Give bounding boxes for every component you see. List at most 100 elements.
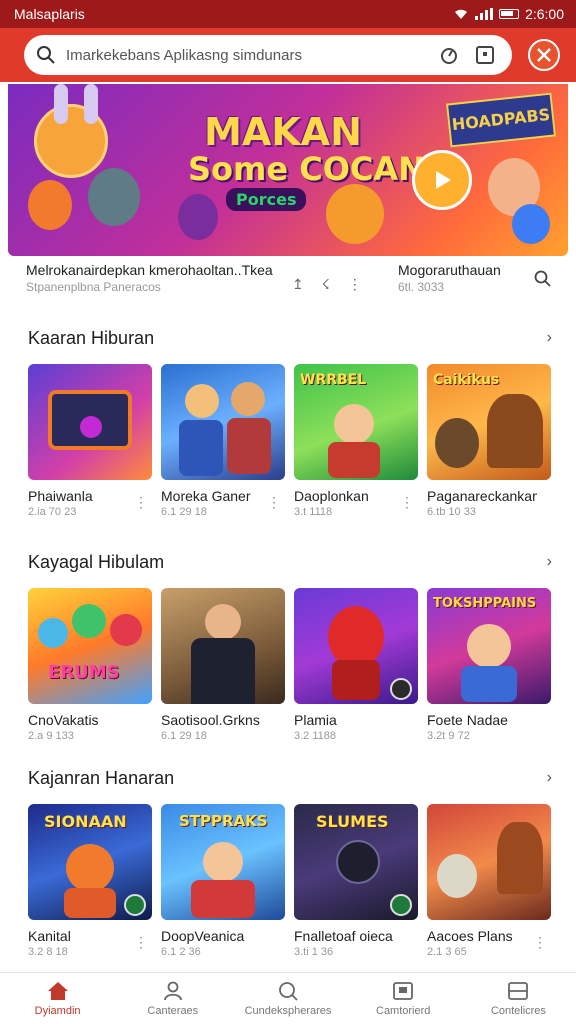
more-icon[interactable]: ⋮: [134, 934, 148, 951]
hero-subtitle: Some COCAN!: [188, 150, 440, 188]
person-icon: [163, 981, 182, 1000]
search-icon: [37, 46, 55, 64]
card-info: Phaiwanla 2.ia 70 23 ⋮: [28, 488, 152, 524]
card-title: CnoVakatis: [28, 712, 99, 728]
search-icon[interactable]: [534, 270, 552, 288]
card-title: Aacoes Plans: [427, 928, 513, 944]
search-box[interactable]: Imarkekebans Aplikasng simdunars: [24, 35, 512, 75]
app-thumbnail[interactable]: TOKSHPPAINS: [427, 588, 551, 704]
more-icon[interactable]: ⋮: [400, 494, 414, 511]
card-meta: 6.1 29 18: [161, 730, 207, 742]
chevron-right-icon[interactable]: ›: [547, 553, 552, 571]
app-card[interactable]: ERUMS CnoVakatis 2.a 9 133: [28, 588, 152, 748]
app-thumbnail[interactable]: [294, 588, 418, 704]
section-header[interactable]: Kajanran Hanaran ›: [28, 766, 552, 790]
app-thumbnail[interactable]: WRRBEL: [294, 364, 418, 480]
nav-item-picture[interactable]: Camtorierd: [346, 973, 461, 1024]
app-thumbnail[interactable]: [427, 804, 551, 920]
app-card[interactable]: Moreka Ganer 6.1 29 18 ⋮: [161, 364, 285, 524]
status-app-name: Malsaplaris: [14, 6, 85, 22]
nav-label: Canteraes: [147, 1004, 199, 1017]
app-thumbnail[interactable]: SLUMES: [294, 804, 418, 920]
app-thumbnail[interactable]: Caikikus: [427, 364, 551, 480]
card-meta: 2.a 9 133: [28, 730, 74, 742]
section-header[interactable]: Kaaran Hiburan ›: [28, 326, 552, 350]
thumb-title: STPPRAKS: [179, 812, 268, 830]
app-card[interactable]: Plamia 3.2 1188: [294, 588, 418, 748]
thumb-title: SIONAAN: [44, 812, 127, 831]
more-icon[interactable]: ⋮: [348, 276, 362, 293]
scan-icon[interactable]: [472, 42, 498, 68]
card-meta: 6.1 2 36: [161, 946, 201, 958]
tools-icon: [537, 48, 551, 62]
window-icon: [508, 981, 529, 1000]
section-title: Kajanran Hanaran: [28, 767, 175, 788]
card-info: Paganareckankam 6.tb 10 33: [427, 488, 551, 524]
signal-icon: [475, 8, 494, 20]
card-title: Foete Nadae: [427, 712, 508, 728]
more-icon[interactable]: ⋮: [267, 494, 281, 511]
nav-label: Dyiamdin: [34, 1004, 81, 1017]
card-title: Daoplonkan: [294, 488, 369, 504]
card-meta: 3.2t 9 72: [427, 730, 470, 742]
flash-icon[interactable]: ☇: [322, 276, 330, 293]
card-info: CnoVakatis 2.a 9 133: [28, 712, 152, 748]
chevron-right-icon[interactable]: ›: [547, 329, 552, 347]
app-thumbnail[interactable]: [28, 364, 152, 480]
nav-label: Cundekspherares: [244, 1004, 332, 1017]
status-bar: Malsaplaris 2:6:00: [0, 0, 576, 28]
card-meta: 3.ti 1 36: [294, 946, 334, 958]
section-title: Kayagal Hibulam: [28, 551, 165, 572]
card-meta: 6.tb 10 33: [427, 506, 476, 518]
hero-left-meta: Stpanenplbna Paneracos: [26, 280, 161, 294]
card-info: Daoplonkan 3.t 1118 ⋮: [294, 488, 418, 524]
card-title: Phaiwanla: [28, 488, 93, 504]
app-card[interactable]: SIONAAN Kanital 3.2 8 18 ⋮: [28, 804, 152, 964]
card-info: Moreka Ganer 6.1 29 18 ⋮: [161, 488, 285, 524]
app-card[interactable]: STPPRAKS DoopVeanica 6.1 2 36: [161, 804, 285, 964]
nav-item-window[interactable]: Contelicres: [461, 973, 576, 1024]
wifi-icon: [455, 9, 468, 19]
card-title: Moreka Ganer: [161, 488, 251, 504]
hero-actions: ↥ ☇ ⋮: [292, 276, 362, 293]
hero-right-name[interactable]: Mogoraruthauan: [398, 262, 501, 278]
profile-avatar[interactable]: [528, 39, 560, 71]
nav-label: Camtorierd: [376, 1004, 431, 1017]
app-card[interactable]: WRRBEL Daoplonkan 3.t 1118 ⋮: [294, 364, 418, 524]
more-icon[interactable]: ⋮: [134, 494, 148, 511]
app-card[interactable]: Saotisool.Grkns 6.1 29 18: [161, 588, 285, 748]
nav-item-person[interactable]: Canteraes: [115, 973, 230, 1024]
app-bar: Imarkekebans Aplikasng simdunars: [0, 28, 576, 82]
app-card[interactable]: TOKSHPPAINS Foete Nadae 3.2t 9 72: [427, 588, 551, 748]
section-header[interactable]: Kayagal Hibulam ›: [28, 550, 552, 574]
app-card[interactable]: Phaiwanla 2.ia 70 23 ⋮: [28, 364, 152, 524]
card-info: DoopVeanica 6.1 2 36: [161, 928, 285, 964]
card-title: Fnalletoaf oieca: [294, 928, 393, 944]
app-card[interactable]: SLUMES Fnalletoaf oieca 3.ti 1 36: [294, 804, 418, 964]
more-icon[interactable]: ⋮: [533, 934, 547, 951]
card-info: Plamia 3.2 1188: [294, 712, 418, 748]
app-thumbnail[interactable]: STPPRAKS: [161, 804, 285, 920]
nav-item-home[interactable]: Dyiamdin: [0, 973, 115, 1024]
app-card[interactable]: Aacoes Plans 2.1 3 65 ⋮: [427, 804, 551, 964]
app-thumbnail[interactable]: [161, 588, 285, 704]
app-thumbnail[interactable]: SIONAAN: [28, 804, 152, 920]
search-input[interactable]: Imarkekebans Aplikasng simdunars: [66, 47, 426, 64]
app-thumbnail[interactable]: ERUMS: [28, 588, 152, 704]
chevron-right-icon[interactable]: ›: [547, 769, 552, 787]
voice-search-icon[interactable]: [436, 42, 462, 68]
hero-left-name[interactable]: Melrokanairdepkan kmerohaoltan..Tkea: [26, 262, 273, 278]
nav-label: Contelicres: [490, 1004, 546, 1017]
hero-banner[interactable]: HOADPABS MAKAN Some COCAN! Porces: [8, 84, 568, 256]
search-icon: [279, 981, 298, 1001]
card-title: DoopVeanica: [161, 928, 245, 944]
play-icon[interactable]: [412, 150, 472, 210]
battery-icon: [499, 9, 520, 19]
app-card[interactable]: Caikikus Paganareckankam 6.tb 10 33: [427, 364, 551, 524]
bottom-nav: Dyiamdin Canteraes Cundekspherares Camto…: [0, 972, 576, 1024]
app-thumbnail[interactable]: [161, 364, 285, 480]
card-row: Phaiwanla 2.ia 70 23 ⋮ Moreka Ganer 6.1 …: [28, 364, 558, 524]
nav-item-search[interactable]: Cundekspherares: [230, 973, 345, 1024]
share-icon[interactable]: ↥: [292, 276, 304, 293]
card-title: Paganareckankam: [427, 488, 537, 504]
